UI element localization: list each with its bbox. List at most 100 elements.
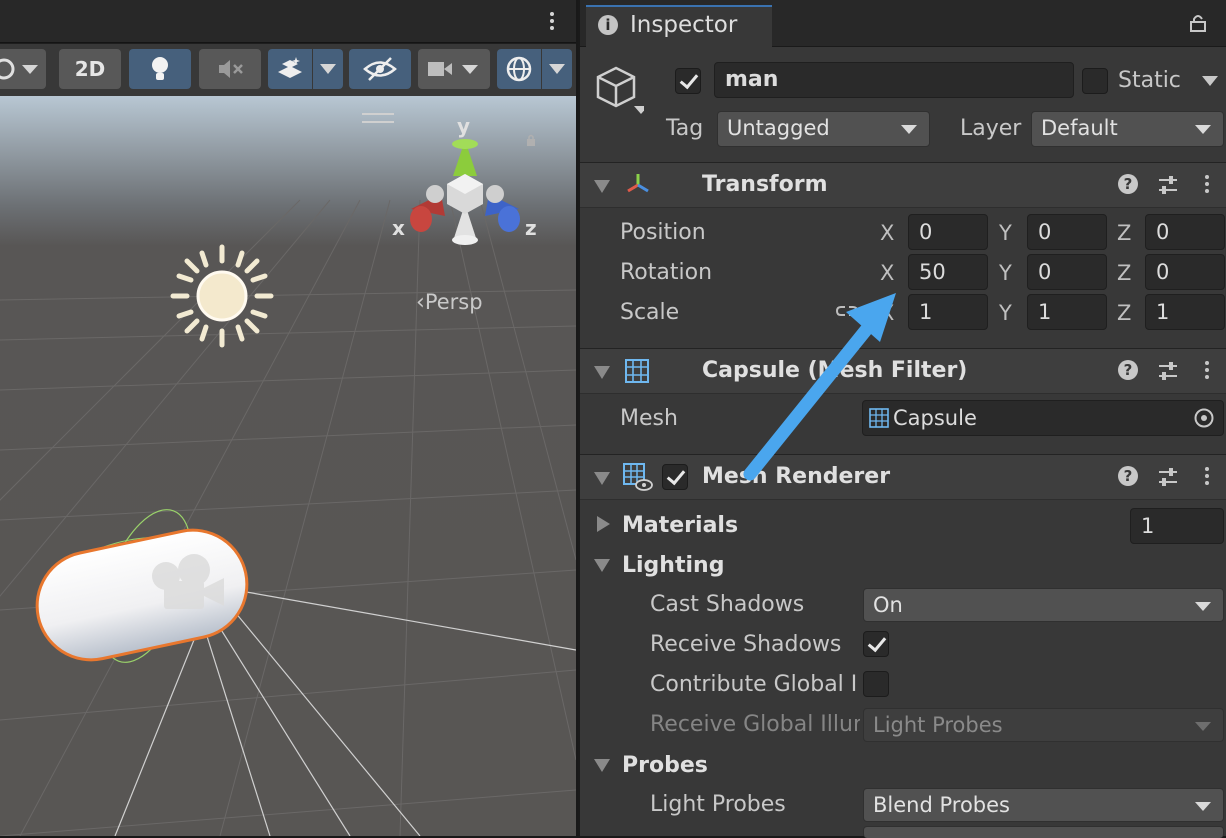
component-menu-icon[interactable]: [1205, 175, 1209, 196]
scale-z-field[interactable]: 1: [1145, 294, 1225, 330]
foldout-arrow-icon[interactable]: [594, 472, 610, 485]
rotation-y-field[interactable]: 0: [1027, 254, 1107, 290]
receive-shadows-label: Receive Shadows: [650, 632, 842, 657]
2d-label: 2D: [74, 57, 106, 81]
gameobject-name-field[interactable]: man: [714, 62, 1074, 98]
gizmo-z-label: z: [525, 216, 537, 240]
lightbulb-icon: [152, 57, 168, 80]
object-picker-icon[interactable]: [1193, 407, 1215, 429]
inspector-tab-label: Inspector: [630, 12, 738, 38]
scene-camera-dropdown[interactable]: [418, 49, 490, 89]
help-icon[interactable]: ?: [1118, 466, 1138, 486]
scene-lighting-toggle[interactable]: [129, 49, 191, 89]
scene-view-panel: 2D y x z ‹Persp: [0, 0, 576, 836]
next-dropdown-partial[interactable]: [863, 826, 1224, 838]
tag-value: Untagged: [727, 116, 830, 140]
static-checkbox[interactable]: [1082, 68, 1108, 94]
gizmos-globe-icon: [506, 56, 532, 82]
materials-foldout-arrow-icon[interactable]: [597, 516, 610, 532]
gizmo-lock-icon[interactable]: [526, 134, 536, 146]
mesh-renderer-title: Mesh Renderer: [702, 464, 891, 489]
lock-icon[interactable]: [1190, 14, 1206, 32]
position-label: Position: [620, 220, 706, 245]
scene-visibility-toggle[interactable]: [349, 49, 411, 89]
constrain-proportions-link-icon[interactable]: [835, 302, 859, 320]
probes-label[interactable]: Probes: [622, 753, 708, 778]
shading-mode-dropdown[interactable]: [0, 49, 46, 89]
materials-label[interactable]: Materials: [622, 513, 738, 538]
component-menu-icon[interactable]: [1205, 361, 1209, 382]
scene-gizmos-dropdown[interactable]: [542, 49, 572, 89]
mesh-renderer-enabled-checkbox[interactable]: [662, 464, 688, 490]
tag-label: Tag: [666, 116, 704, 141]
contribute-gi-checkbox[interactable]: [863, 671, 889, 697]
static-dropdown-chevron-icon[interactable]: [1202, 76, 1218, 86]
presets-icon[interactable]: [1157, 175, 1179, 195]
foldout-arrow-icon[interactable]: [594, 180, 610, 193]
static-label: Static: [1118, 68, 1181, 93]
scene-effects-toggle[interactable]: [268, 49, 312, 89]
tab-inspector[interactable]: i Inspector: [586, 5, 772, 47]
gameobject-cube-icon[interactable]: [594, 64, 644, 124]
rotation-z-label: Z: [1117, 261, 1132, 285]
light-probes-label: Light Probes: [650, 792, 786, 817]
tag-dropdown[interactable]: Untagged: [717, 111, 930, 147]
rotation-y-label: Y: [999, 261, 1012, 285]
directional-light-icon[interactable]: [167, 241, 277, 351]
transform-component-header[interactable]: Transform ?: [580, 162, 1226, 208]
position-z-label: Z: [1117, 221, 1132, 245]
scale-y-field[interactable]: 1: [1027, 294, 1107, 330]
help-icon[interactable]: ?: [1118, 174, 1138, 194]
position-x-field[interactable]: 0: [908, 214, 988, 250]
lighting-label[interactable]: Lighting: [622, 553, 724, 578]
2d-toggle-button[interactable]: 2D: [59, 49, 121, 89]
receive-shadows-checkbox[interactable]: [863, 631, 889, 657]
transform-title: Transform: [702, 172, 828, 197]
transform-icon: [627, 174, 649, 193]
mesh-grid-icon: [869, 408, 889, 428]
chevron-down-icon: [1195, 722, 1211, 731]
mesh-renderer-component-header[interactable]: Mesh Renderer ?: [580, 454, 1226, 500]
scale-x-field[interactable]: 1: [908, 294, 988, 330]
scene-effects-dropdown[interactable]: [313, 49, 343, 89]
help-icon[interactable]: ?: [1118, 360, 1138, 380]
component-menu-icon[interactable]: [1205, 467, 1209, 488]
scale-z-label: Z: [1117, 301, 1132, 325]
mesh-filter-component-header[interactable]: Capsule (Mesh Filter) ?: [580, 348, 1226, 394]
cast-shadows-label: Cast Shadows: [650, 592, 805, 617]
rotation-x-field[interactable]: 50: [908, 254, 988, 290]
chevron-down-icon: [1195, 125, 1211, 134]
chevron-down-icon: [1195, 602, 1211, 611]
capsule-object[interactable]: [26, 496, 266, 696]
presets-icon[interactable]: [1157, 361, 1179, 381]
mesh-label: Mesh: [620, 406, 678, 431]
light-probes-value: Blend Probes: [873, 793, 1010, 817]
materials-size-field[interactable]: 1: [1130, 508, 1224, 544]
scene-gizmos-toggle[interactable]: [497, 49, 541, 89]
position-z-field[interactable]: 0: [1145, 214, 1225, 250]
scene-viewport[interactable]: y x z ‹Persp: [0, 96, 576, 836]
rotation-label: Rotation: [620, 260, 713, 285]
rotation-z-field[interactable]: 0: [1145, 254, 1225, 290]
eye-slash-icon: [363, 57, 397, 81]
layer-dropdown[interactable]: Default: [1031, 111, 1224, 147]
probes-foldout-arrow-icon[interactable]: [594, 759, 610, 772]
receive-gi-value: Light Probes: [873, 713, 1003, 737]
lighting-foldout-arrow-icon[interactable]: [594, 559, 610, 572]
presets-icon[interactable]: [1157, 467, 1179, 487]
position-y-field[interactable]: 0: [1027, 214, 1107, 250]
receive-gi-dropdown: Light Probes: [863, 708, 1224, 742]
scale-y-label: Y: [999, 301, 1012, 325]
chevron-left-icon: ‹: [416, 290, 425, 315]
mesh-object-field[interactable]: Capsule: [862, 400, 1224, 436]
scene-audio-toggle[interactable]: [199, 49, 261, 89]
receive-gi-label: Receive Global Illumination: [650, 712, 860, 737]
mesh-grid-icon: [625, 359, 649, 383]
cast-shadows-dropdown[interactable]: On: [863, 588, 1224, 622]
scene-more-icon[interactable]: [550, 12, 556, 33]
gameobject-active-checkbox[interactable]: [675, 68, 701, 94]
light-probes-dropdown[interactable]: Blend Probes: [863, 788, 1224, 822]
foldout-arrow-icon[interactable]: [594, 366, 610, 379]
mesh-renderer-icon: [623, 463, 653, 491]
projection-toggle[interactable]: ‹Persp: [416, 290, 483, 315]
